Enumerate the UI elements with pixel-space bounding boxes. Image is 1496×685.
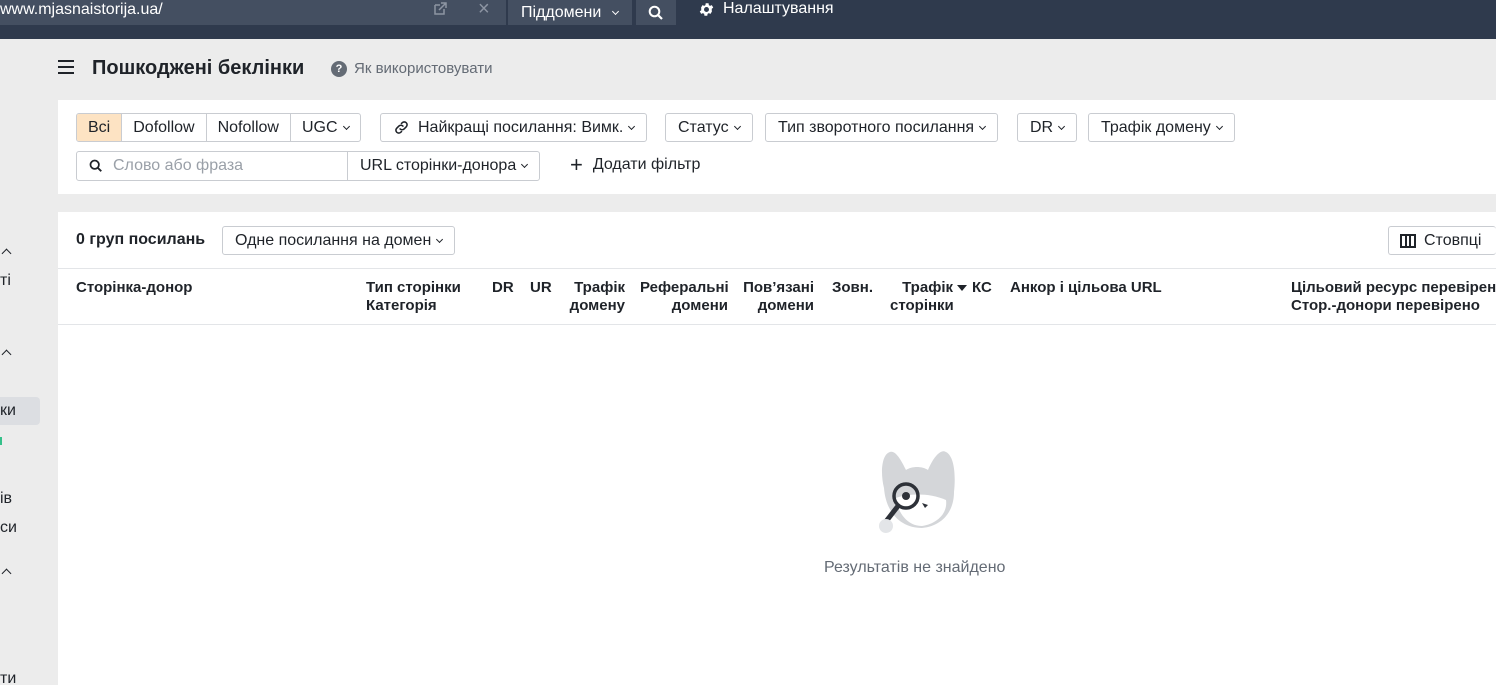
menu-icon[interactable] <box>58 60 74 74</box>
empty-state: Результатів не знайдено <box>58 212 1496 685</box>
help-icon: ? <box>331 60 347 77</box>
chevron-up-icon[interactable] <box>1 345 12 363</box>
keyword-search <box>76 151 348 181</box>
settings-label: Налаштування <box>723 0 834 17</box>
sidebar-item-fragment[interactable]: ті <box>0 272 11 290</box>
search-icon <box>89 159 102 172</box>
how-to-use-link[interactable]: ? Як використовувати <box>331 60 492 77</box>
subdomains-label: Піддомени <box>521 3 602 21</box>
sidebar-item-active[interactable]: ки <box>0 402 16 420</box>
search-button[interactable] <box>636 0 676 25</box>
how-to-use-label: Як використовувати <box>354 60 493 77</box>
status-dropdown[interactable]: Статус <box>665 113 753 142</box>
gear-icon <box>699 2 714 16</box>
page-title: Пошкоджені беклінки <box>92 57 305 79</box>
url-field[interactable]: www.mjasnaistorija.ua/ × <box>0 0 506 25</box>
chevron-down-icon <box>612 7 620 15</box>
link-type-toggle: Всі Dofollow Nofollow UGC <box>76 113 361 142</box>
empty-state-illustration <box>879 451 955 533</box>
backlink-type-dropdown[interactable]: Тип зворотного посилання <box>765 113 999 142</box>
domain-traffic-dropdown[interactable]: Трафік домену <box>1088 113 1235 142</box>
filters-panel: Всі Dofollow Nofollow UGC Найкращі посил… <box>58 100 1496 194</box>
keyword-search-input[interactable] <box>113 157 333 175</box>
link-type-dofollow[interactable]: Dofollow <box>122 114 207 141</box>
link-type-ugc[interactable]: UGC <box>291 114 360 141</box>
chevron-up-icon[interactable] <box>1 244 12 262</box>
search-scope-dropdown[interactable]: URL сторінки-донора <box>347 151 541 181</box>
link-type-all[interactable]: Всі <box>77 114 123 141</box>
best-links-dropdown[interactable]: Найкращі посилання: Вимк. <box>380 113 648 142</box>
sidebar-item-fragment[interactable]: ів <box>0 490 12 508</box>
sidebar-item-fragment[interactable]: си <box>0 519 17 537</box>
external-link-icon[interactable] <box>432 1 448 20</box>
url-text[interactable]: www.mjasnaistorija.ua/ <box>0 0 163 19</box>
link-type-nofollow[interactable]: Nofollow <box>207 114 291 141</box>
clear-icon[interactable]: × <box>478 0 490 21</box>
dr-dropdown[interactable]: DR <box>1017 113 1078 142</box>
sidebar: ті ки ів си ти <box>0 39 58 685</box>
settings-button[interactable]: Налаштування <box>698 0 834 18</box>
empty-message: Результатів не знайдено <box>824 559 1006 576</box>
top-bar: www.mjasnaistorija.ua/ × Піддомени Налаш… <box>0 0 1496 39</box>
results-panel: 0 груп посилань Одне посилання на домен … <box>58 212 1496 685</box>
chevron-up-icon[interactable] <box>1 564 12 582</box>
sidebar-item-fragment[interactable]: ти <box>0 670 16 685</box>
new-badge-marker <box>0 437 2 445</box>
link-icon <box>395 121 408 134</box>
plus-icon: + <box>570 152 583 177</box>
add-filter-button[interactable]: + Додати фільтр <box>570 152 700 177</box>
subdomains-dropdown[interactable]: Піддомени <box>508 0 632 25</box>
search-icon <box>648 5 663 20</box>
